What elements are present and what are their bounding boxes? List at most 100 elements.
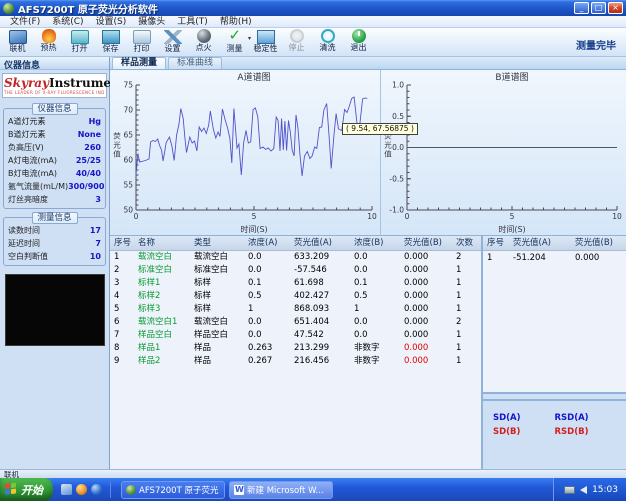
cell-fl-a: 402.427 [294,290,354,303]
info-value: 260 [84,141,101,154]
tab[interactable]: 标准曲线 [168,57,222,69]
connect-button[interactable]: 联机 [2,29,33,54]
statistics-box: SD(A)RSD(A)SD(B)RSD(B) [483,399,626,469]
close-button[interactable]: × [608,2,623,14]
cell-name: 标样1 [138,277,194,290]
table-row[interactable]: 3标样1标样0.161.6980.10.0001 [110,277,481,290]
preheat-button[interactable]: 预热 [33,29,64,54]
open-folder-icon [71,30,89,44]
svg-text:50: 50 [123,206,133,215]
table-row[interactable]: 9样品2样品0.267216.456非数字0.0001 [110,355,481,368]
cell-times: 2 [456,251,481,264]
ie-icon[interactable] [91,484,102,495]
show-desktop-icon[interactable] [61,484,72,495]
table-row[interactable]: 2标准空白标准空白0.0-57.5460.00.0001 [110,264,481,277]
cell-name: 标准空白 [138,264,194,277]
menu-item[interactable]: 工具(T) [171,16,214,28]
info-label: 负高压(V) [8,141,44,154]
readings-table: 序号荧光值(A)荧光值(B)1-51.2040.000 [483,236,626,394]
menu-item[interactable]: 系统(C) [46,16,89,28]
channel-b-chart[interactable]: -1.0-0.50.00.51.00510B道谱图时间(S)荧光值 [381,70,625,236]
print-button[interactable]: 打印 [126,29,157,54]
cell-type: 样品 [194,342,248,355]
cell-conc-a: 0.267 [248,355,294,368]
cell-conc-a: 0.0 [248,316,294,329]
info-value: 300/900 [68,180,104,193]
cell-conc-b: 0.0 [354,251,404,264]
measure-button[interactable]: 测量▾ [219,29,250,54]
table-row[interactable]: 6载流空白1载流空白0.0651.4040.00.0002 [110,316,481,329]
connect-icon [9,30,27,44]
cell-name: 载流空白 [138,251,194,264]
clean-button[interactable]: 清洗 [312,29,343,54]
readings-row[interactable]: 1-51.2040.000 [483,251,626,265]
table-header-cell: 次数 [456,236,481,250]
task-button[interactable]: AFS7200T 原子荧光 [121,481,225,499]
table-header-cell: 荧光值(A) [294,236,354,250]
readings-panel: 序号荧光值(A)荧光值(B)1-51.2040.000 SD(A)RSD(A)S… [483,236,626,469]
cell-times: 1 [456,329,481,342]
info-value: 25/25 [76,154,101,167]
info-value: None [78,128,101,141]
table-row[interactable]: 5标样3标样1868.09310.0001 [110,303,481,316]
start-button[interactable]: 开始 [0,478,53,501]
save-button[interactable]: 保存 [95,29,126,54]
channel-a-chart[interactable]: 5055606570750510A道谱图时间(S)荧光值 [110,70,380,236]
cell-fl-b: 0.000 [404,316,456,329]
info-row: 空白判断值10 [8,250,101,263]
svg-text:值: 值 [113,149,121,159]
cell-no: 1 [487,251,513,265]
svg-text:值: 值 [384,149,392,159]
charts-area: 5055606570750510A道谱图时间(S)荧光值 -1.0-0.50.0… [110,70,626,236]
table-row[interactable]: 4标样2标样0.5402.4270.50.0001 [110,290,481,303]
sd-b-label: SD(B) [493,427,555,437]
info-row: B灯电流(mA)40/40 [8,167,101,180]
cell-name: 样品1 [138,342,194,355]
table-header-cell: 荧光值(B) [404,236,456,250]
cell-type: 样品 [194,355,248,368]
svg-text:5: 5 [252,212,257,221]
ignite-button[interactable]: 点火 [188,29,219,54]
msn-icon[interactable] [76,484,87,495]
info-value: 3 [95,193,101,206]
exit-button[interactable]: 退出 [343,29,374,54]
svg-text:1.0: 1.0 [392,81,404,90]
cell-no: 5 [114,303,138,316]
cell-name: 标样3 [138,303,194,316]
info-label: 延迟时间 [8,237,40,250]
open-folder-button[interactable]: 打开 [64,29,95,54]
task-button[interactable]: 新建 Microsoft W... [229,481,333,499]
volume-tray-icon[interactable] [580,486,587,494]
restore-button[interactable]: □ [591,2,606,14]
cell-fl-b: 0.000 [404,303,456,316]
cell-no: 4 [114,290,138,303]
menu-item[interactable]: 文件(F) [4,16,46,28]
table-row[interactable]: 7样品空白样品空白0.047.5420.00.0001 [110,329,481,342]
cell-conc-a: 0.0 [248,329,294,342]
save-icon [102,30,120,44]
svg-text:-0.5: -0.5 [389,174,404,183]
cell-conc-b: 1 [354,303,404,316]
table-row[interactable]: 1载流空白载流空白0.0633.2090.00.0002 [110,251,481,264]
tab[interactable]: 样品测量 [112,57,166,69]
info-value: Hg [89,115,101,128]
cell-conc-b: 0.0 [354,329,404,342]
cell-type: 样品空白 [194,329,248,342]
stability-button[interactable]: 稳定性 [250,29,281,54]
cell-fl-a: 868.093 [294,303,354,316]
brand-name-red: Skyray [4,76,49,90]
svg-text:10: 10 [612,212,622,221]
minimize-button[interactable]: _ [574,2,589,14]
rsd-b-label: RSD(B) [555,427,617,437]
brand-name: SkyrayInstrument [4,76,105,90]
stop-button[interactable]: 停止 [281,29,312,54]
toolbar-button-label: 退出 [351,43,367,53]
table-row[interactable]: 8样品1样品0.263213.299非数字0.0001 [110,342,481,355]
cell-times: 1 [456,303,481,316]
toolbar-button-label: 预热 [41,43,57,53]
display-tray-icon[interactable] [564,486,575,494]
toolbar-button-label: 点火 [196,43,212,53]
menu-item[interactable]: 摄像头 [132,16,171,28]
menu-item[interactable]: 设置(S) [90,16,133,28]
settings-button[interactable]: 设置 [157,29,188,54]
